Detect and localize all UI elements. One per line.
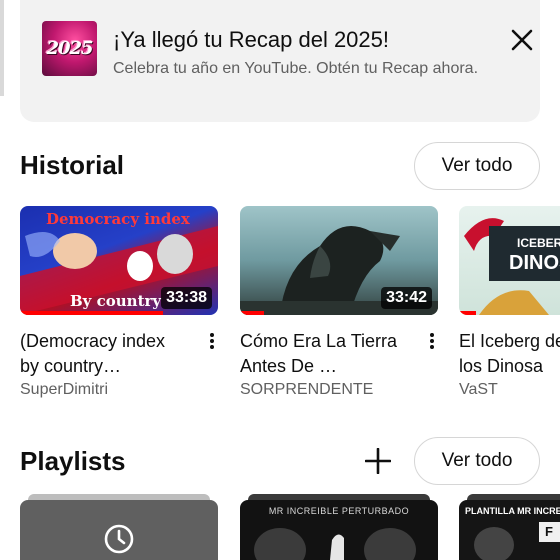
playlist-thumb-badge: F <box>539 522 560 542</box>
thumbnail-caption-top: ICEBERG <box>517 236 560 250</box>
video-menu-button[interactable] <box>425 330 439 352</box>
video-thumbnail-tierra[interactable]: 33:42 <box>240 206 438 315</box>
history-section-title: Historial <box>20 150 125 180</box>
video-title[interactable]: (Democracy index by country… <box>20 329 188 379</box>
left-edge-divider <box>0 0 4 96</box>
add-playlist-button[interactable] <box>360 443 396 479</box>
watch-progress-bar <box>459 311 476 315</box>
video-channel[interactable]: VaST <box>459 381 498 399</box>
playlists-view-all-button[interactable]: Ver todo <box>414 437 540 485</box>
video-thumbnail-democracy[interactable]: Democracy index By country 33:38 <box>20 206 218 315</box>
video-title[interactable]: Cómo Era La Tierra Antes De … <box>240 329 408 379</box>
video-menu-button[interactable] <box>205 330 219 352</box>
history-view-all-button[interactable]: Ver todo <box>414 142 540 190</box>
clock-icon <box>104 524 134 554</box>
video-thumbnail-iceberg[interactable]: ICEBERG DINOSA <box>459 206 560 315</box>
playlists-section-title: Playlists <box>20 446 126 476</box>
playlist-plantilla[interactable]: Plantilla Mr Increi F <box>459 500 560 560</box>
video-title[interactable]: El Iceberg de los Dinosa <box>459 329 560 379</box>
thumbnail-caption-bottom: By country <box>70 292 162 310</box>
recap-subtitle: Celebra tu año en YouTube. Obtén tu Reca… <box>113 60 479 77</box>
thumbnail-caption-bottom: DINOSA <box>509 252 560 274</box>
video-duration-badge: 33:42 <box>381 287 432 309</box>
more-vert-icon <box>210 333 214 337</box>
plus-icon <box>365 448 391 474</box>
playlist-watch-later[interactable] <box>20 500 218 560</box>
watch-progress-bar <box>20 311 163 315</box>
close-icon <box>511 29 533 51</box>
video-channel[interactable]: SuperDimitri <box>20 381 108 399</box>
thumbnail-caption-top: Democracy index <box>46 210 190 228</box>
video-duration-badge: 33:38 <box>161 287 212 309</box>
more-vert-icon <box>430 333 434 337</box>
recap-banner[interactable]: 2025 ¡Ya llegó tu Recap del 2025! Celebr… <box>20 0 540 122</box>
video-channel[interactable]: SORPRENDENTE <box>240 381 373 399</box>
watch-progress-bar <box>240 311 264 315</box>
thumbnail-art <box>254 528 416 560</box>
recap-title: ¡Ya llegó tu Recap del 2025! <box>113 27 389 52</box>
close-button[interactable] <box>504 22 540 58</box>
playlist-mr-increible[interactable]: Mr Increible Perturbado <box>240 500 438 560</box>
recap-thumbnail[interactable]: 2025 <box>42 21 97 76</box>
recap-thumb-text: 2025 <box>46 38 93 59</box>
